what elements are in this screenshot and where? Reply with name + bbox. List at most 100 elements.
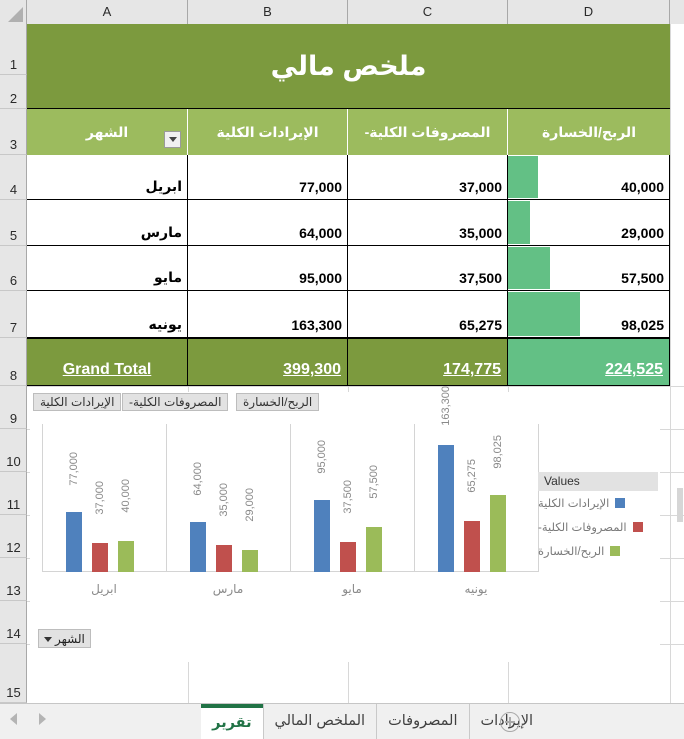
row-number-14: 14 [6,626,21,641]
chart-field-button-expenses[interactable]: المصروفات الكلية- [122,393,229,411]
sheet-tab-expenses[interactable]: المصروفات [376,704,468,739]
table-row[interactable]: ابريل [27,155,188,200]
pivot-chart[interactable]: الربح/الخسارة المصروفات الكلية- الإيرادا… [30,386,660,662]
excel-worksheet: A B C D 1 2 3 4 5 6 7 8 9 10 11 12 13 14… [0,0,684,739]
add-sheet-button[interactable] [500,712,520,732]
sheet-tab-financial-summary[interactable]: الملخص المالي [262,704,377,739]
table-row[interactable]: 35,000 [348,200,508,246]
chart-data-label-expenses-1: 35,000 [218,483,230,517]
column-header-total-revenue[interactable]: الإيرادات الكلية [188,109,348,155]
row-header-3[interactable]: 3 [0,109,27,155]
cell-month-1: مارس [140,224,182,240]
previous-sheet-arrow-icon[interactable] [10,713,17,725]
table-row[interactable]: يونيه [27,291,188,338]
table-row[interactable]: 37,000 [348,155,508,200]
cell-profit-2: 57,500 [621,270,664,286]
column-header-strip: A B C D [0,0,684,24]
chart-bar-expenses-3[interactable] [464,521,480,572]
grand-total-row[interactable]: 174,775 [348,338,508,386]
row-header-10[interactable]: 10 [0,429,27,472]
row-number-11: 11 [6,497,21,512]
chart-bar-expenses-1[interactable] [216,545,232,572]
filter-dropdown-button[interactable] [164,131,181,148]
cell-month-2: مايو [154,269,182,285]
column-header-c[interactable]: C [348,0,508,24]
table-row[interactable]: 57,500 [508,246,670,291]
cell-expenses-2: 37,500 [459,270,502,286]
row-number-9: 9 [9,411,18,426]
table-row[interactable]: 29,000 [508,200,670,246]
table-row[interactable]: 37,500 [348,246,508,291]
row-header-14[interactable]: 14 [0,601,27,644]
grid-line [27,386,684,387]
chart-axis-field-button[interactable]: الشهر [38,629,91,648]
row-header-6[interactable]: 6 [0,246,27,291]
chart-field-button-revenue[interactable]: الإيرادات الكلية [33,393,122,411]
grand-total-row[interactable]: 399,300 [188,338,348,386]
column-header-profit-loss[interactable]: الربح/الخسارة [508,109,670,155]
chart-bar-profit-0[interactable] [118,541,134,572]
sheet-tab-taqreer[interactable]: تقرير [201,704,263,739]
row-number-7: 7 [9,320,18,335]
chart-legend-item-revenue[interactable]: الإيرادات الكلية [538,491,658,515]
table-row[interactable]: 98,025 [508,291,670,338]
chart-category-label-0: ابريل [91,582,117,596]
row-number-8: 8 [9,368,18,383]
chart-bar-profit-1[interactable] [242,550,258,572]
row-header-5[interactable]: 5 [0,200,27,246]
row-header-9[interactable]: 9 [0,386,27,429]
chart-bar-expenses-2[interactable] [340,542,356,572]
grand-total-row[interactable]: 224,525 [508,338,670,386]
row-header-7[interactable]: 7 [0,291,27,338]
chart-data-label-revenue-2: 95,000 [316,440,328,474]
table-row[interactable]: مايو [27,246,188,291]
chart-legend-item-profit[interactable]: الربح/الخسارة [538,539,658,563]
select-all-corner[interactable] [0,0,27,24]
column-header-d[interactable]: D [508,0,670,24]
cell-profit-1: 29,000 [621,225,664,241]
chart-bar-revenue-1[interactable] [190,522,206,572]
select-all-triangle-icon [8,7,23,22]
cell-profit-0: 40,000 [621,179,664,195]
grand-total-profit: 224,525 [605,361,663,378]
grand-total-revenue: 399,300 [283,361,341,378]
table-row[interactable]: 163,300 [188,291,348,338]
table-row[interactable]: 40,000 [508,155,670,200]
table-row[interactable]: مارس [27,200,188,246]
chart-bar-revenue-3[interactable] [438,445,454,572]
column-header-b[interactable]: B [188,0,348,24]
chart-bar-profit-2[interactable] [366,527,382,572]
chart-bar-expenses-0[interactable] [92,543,108,572]
row-header-4[interactable]: 4 [0,155,27,200]
vertical-scrollbar-thumb[interactable] [677,488,683,522]
chart-tick-line [42,424,43,572]
chart-bar-revenue-2[interactable] [314,500,330,572]
column-header-a[interactable]: A [27,0,188,24]
table-row[interactable]: 64,000 [188,200,348,246]
row-header-15[interactable]: 15 [0,644,27,703]
chart-tick-line [166,424,167,572]
row-header-1[interactable]: 1 [0,24,27,75]
table-row[interactable]: 77,000 [188,155,348,200]
chart-bar-revenue-0[interactable] [66,512,82,572]
column-header-e[interactable] [670,0,684,24]
row-header-12[interactable]: 12 [0,515,27,558]
column-header-total-expenses[interactable]: المصروفات الكلية- [348,109,508,155]
chart-field-button-profit-loss[interactable]: الربح/الخسارة [236,393,320,411]
table-row[interactable]: 65,275 [348,291,508,338]
grand-total-row[interactable]: Grand Total [27,338,188,386]
row-header-2[interactable]: 2 [0,75,27,109]
row-header-11[interactable]: 11 [0,472,27,515]
next-sheet-arrow-icon[interactable] [39,713,46,725]
chart-axis-field-label: الشهر [55,632,85,646]
chart-bar-profit-3[interactable] [490,495,506,572]
chart-data-label-revenue-3: 163,300 [440,386,452,426]
row-header-13[interactable]: 13 [0,558,27,601]
chart-legend-item-expenses[interactable]: المصروفات الكلية- [538,515,658,539]
sheet-nav-arrows[interactable] [10,713,46,725]
table-row[interactable]: 95,000 [188,246,348,291]
chart-data-label-expenses-3: 65,275 [466,459,478,493]
column-header-total-revenue-label: الإيرادات الكلية [216,123,319,140]
row-header-8[interactable]: 8 [0,338,27,386]
row-number-10: 10 [6,454,21,469]
